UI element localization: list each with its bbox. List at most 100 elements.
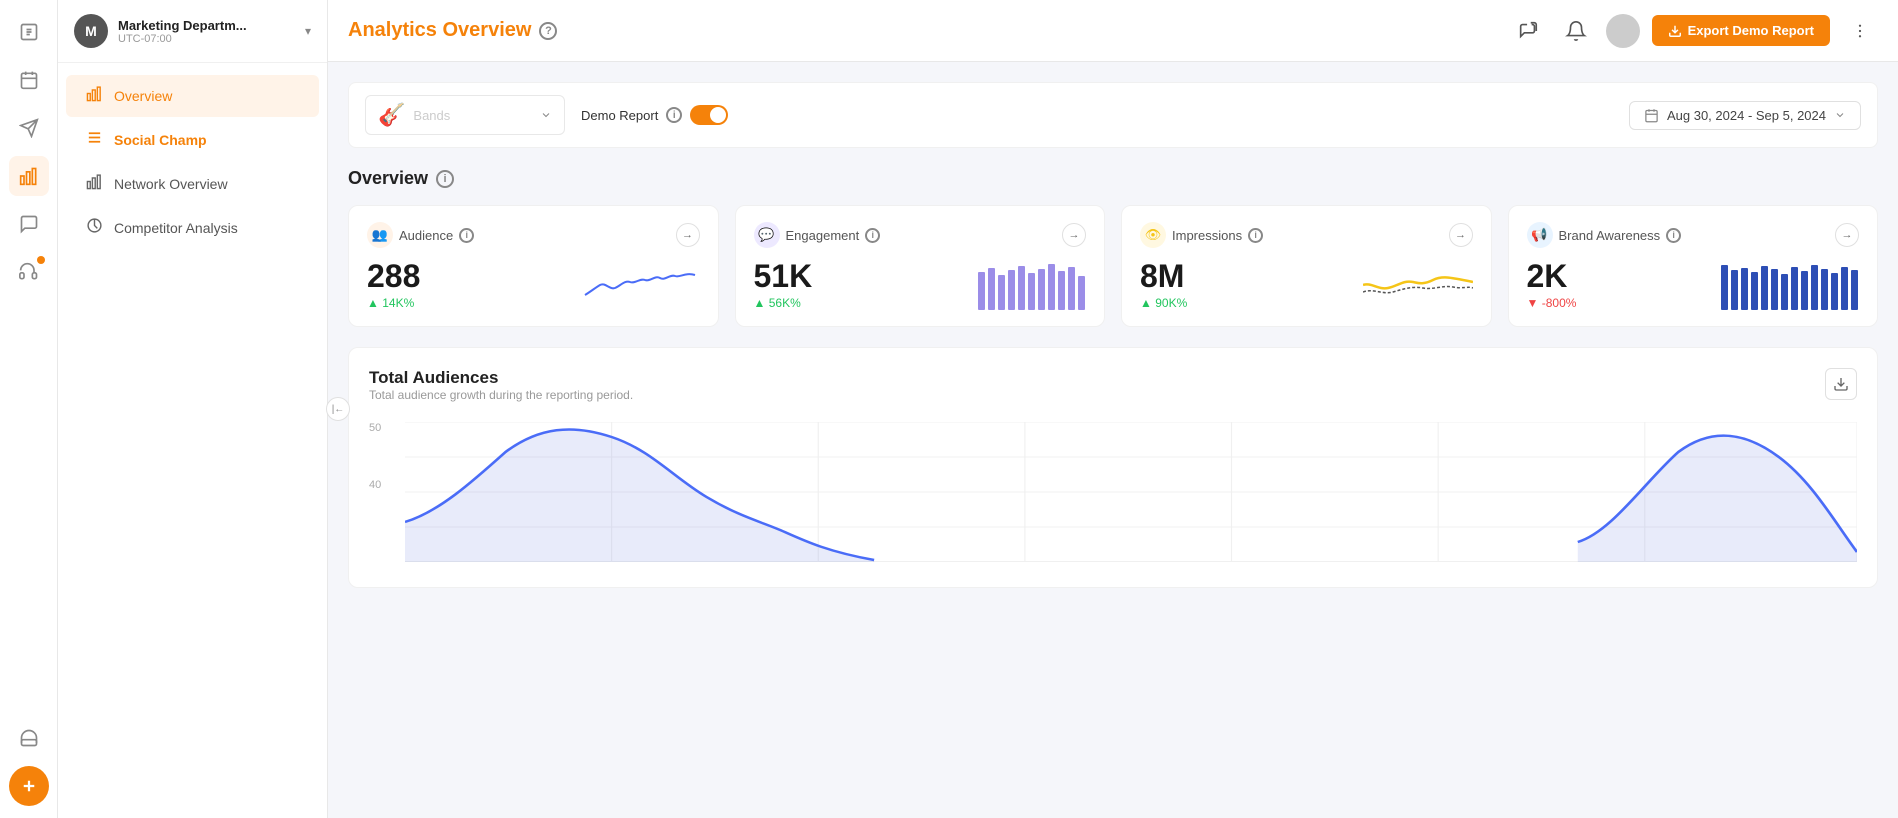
rail-icon-add[interactable] [9, 766, 49, 806]
rail-icon-calendar[interactable] [9, 60, 49, 100]
demo-report-switch[interactable] [690, 105, 728, 125]
profile-selector-label: Bands [413, 108, 450, 123]
engagement-arrow-btn[interactable]: → [1062, 223, 1086, 247]
sidebar-item-network-overview[interactable]: Network Overview [66, 163, 319, 205]
demo-report-toggle: Demo Report i [581, 105, 728, 125]
export-btn[interactable]: Export Demo Report [1652, 15, 1830, 46]
engagement-change-icon: ▲ [754, 296, 766, 310]
sidebar-item-social-champ[interactable]: Social Champ [66, 119, 319, 161]
network-overview-icon [84, 173, 104, 195]
impressions-change-icon: ▲ [1140, 296, 1152, 310]
total-audiences-title: Total Audiences [369, 368, 633, 388]
date-range-picker[interactable]: Aug 30, 2024 - Sep 5, 2024 [1629, 101, 1861, 130]
page-title-text: Analytics Overview [348, 19, 531, 42]
sidebar-item-label-competitor-analysis: Competitor Analysis [114, 220, 238, 236]
filter-bar: 🎸 Bands Demo Report i Aug 30, 2024 - Sep… [348, 82, 1878, 148]
user-avatar[interactable] [1606, 14, 1640, 48]
audience-info-icon[interactable]: i [459, 228, 474, 243]
y-label-40: 40 [369, 479, 381, 491]
workspace-info: Marketing Departm... UTC-07:00 [118, 18, 295, 45]
brand-card-title: Brand Awareness [1559, 228, 1661, 243]
messages-icon-btn[interactable] [1510, 13, 1546, 49]
demo-report-label: Demo Report [581, 108, 658, 123]
brand-change: ▼ -800% [1527, 296, 1577, 310]
workspace-avatar: M [74, 14, 108, 48]
audience-change: ▲ 14K% [367, 296, 420, 310]
chart-download-btn[interactable] [1825, 368, 1857, 400]
rail-icon-compose[interactable] [9, 12, 49, 52]
main-content: Analytics Overview ? Export Demo Report [328, 0, 1898, 818]
help-icon[interactable]: ? [539, 22, 557, 40]
impressions-card-icon: 👁 [1140, 222, 1166, 248]
sidebar-collapse-button[interactable]: |← [326, 397, 350, 421]
engagement-change-value: 56K% [769, 296, 801, 310]
profile-selector[interactable]: 🎸 Bands [365, 95, 565, 135]
more-options-icon[interactable] [1842, 13, 1878, 49]
bands-icon: 🎸 [378, 102, 405, 128]
audience-card-title: Audience [399, 228, 453, 243]
impressions-value: 8M [1140, 260, 1187, 292]
notifications-icon-btn[interactable] [1558, 13, 1594, 49]
export-btn-label: Export Demo Report [1688, 23, 1814, 38]
impressions-card-title: Impressions [1172, 228, 1242, 243]
rail-icon-listening[interactable] [9, 252, 49, 292]
brand-change-icon: ▼ [1527, 296, 1539, 310]
page-title: Analytics Overview ? [348, 19, 1498, 42]
rail-icon-analytics[interactable] [9, 156, 49, 196]
total-audiences-section: Total Audiences Total audience growth du… [348, 347, 1878, 588]
collapse-icon: |← [332, 404, 345, 415]
date-range-label: Aug 30, 2024 - Sep 5, 2024 [1667, 108, 1826, 123]
overview-info-icon[interactable]: i [436, 170, 454, 188]
engagement-change: ▲ 56K% [754, 296, 813, 310]
overview-section: Overview i 👥 Audience i → [348, 168, 1878, 327]
impressions-change-value: 90K% [1155, 296, 1187, 310]
total-audiences-chart [405, 422, 1857, 562]
engagement-value: 51K [754, 260, 813, 292]
impressions-arrow-btn[interactable]: → [1449, 223, 1473, 247]
content-area: 🎸 Bands Demo Report i Aug 30, 2024 - Sep… [328, 62, 1898, 818]
overview-section-title: Overview i [348, 168, 1878, 189]
sidebar-item-label-overview: Overview [114, 88, 172, 104]
topbar-actions: Export Demo Report [1510, 13, 1878, 49]
rail-icon-ai[interactable] [9, 718, 49, 758]
brand-awareness-card[interactable]: 📢 Brand Awareness i → 2K ▼ -800% [1508, 205, 1879, 327]
chevron-down-icon: ▾ [305, 24, 311, 38]
total-audiences-subtitle: Total audience growth during the reporti… [369, 388, 633, 402]
audience-change-icon: ▲ [367, 296, 379, 310]
brand-value: 2K [1527, 260, 1577, 292]
overview-title-text: Overview [348, 168, 428, 189]
y-label-50: 50 [369, 422, 381, 434]
engagement-info-icon[interactable]: i [865, 228, 880, 243]
overview-icon [84, 85, 104, 107]
brand-card-icon: 📢 [1527, 222, 1553, 248]
impressions-change: ▲ 90K% [1140, 296, 1187, 310]
sidebar: M Marketing Departm... UTC-07:00 ▾ Overv… [58, 0, 328, 818]
workspace-name: Marketing Departm... [118, 18, 295, 33]
engagement-card-icon: 💬 [754, 222, 780, 248]
engagement-card[interactable]: 💬 Engagement i → 51K ▲ 56K% [735, 205, 1106, 327]
brand-change-value: -800% [1542, 296, 1577, 310]
icon-rail [0, 0, 58, 818]
metric-cards-grid: 👥 Audience i → 288 ▲ 14K% [348, 205, 1878, 327]
demo-report-info-icon[interactable]: i [666, 107, 682, 123]
workspace-selector[interactable]: M Marketing Departm... UTC-07:00 ▾ [58, 0, 327, 63]
impressions-info-icon[interactable]: i [1248, 228, 1263, 243]
brand-info-icon[interactable]: i [1666, 228, 1681, 243]
workspace-timezone: UTC-07:00 [118, 33, 295, 45]
audience-change-value: 14K% [382, 296, 414, 310]
sidebar-item-label-social-champ: Social Champ [114, 132, 207, 148]
rail-icon-messages[interactable] [9, 204, 49, 244]
impressions-card[interactable]: 👁 Impressions i → 8M ▲ 90K% [1121, 205, 1492, 327]
engagement-card-title: Engagement [786, 228, 860, 243]
rail-icon-send[interactable] [9, 108, 49, 148]
audience-arrow-btn[interactable]: → [676, 223, 700, 247]
brand-arrow-btn[interactable]: → [1835, 223, 1859, 247]
y-axis-labels: 50 40 30 [369, 422, 381, 547]
audience-card[interactable]: 👥 Audience i → 288 ▲ 14K% [348, 205, 719, 327]
sidebar-item-overview[interactable]: Overview [66, 75, 319, 117]
audience-value: 288 [367, 260, 420, 292]
competitor-icon [84, 217, 104, 239]
sidebar-navigation: Overview Social Champ Network Overview C… [58, 63, 327, 261]
audience-card-icon: 👥 [367, 222, 393, 248]
sidebar-item-competitor-analysis[interactable]: Competitor Analysis [66, 207, 319, 249]
